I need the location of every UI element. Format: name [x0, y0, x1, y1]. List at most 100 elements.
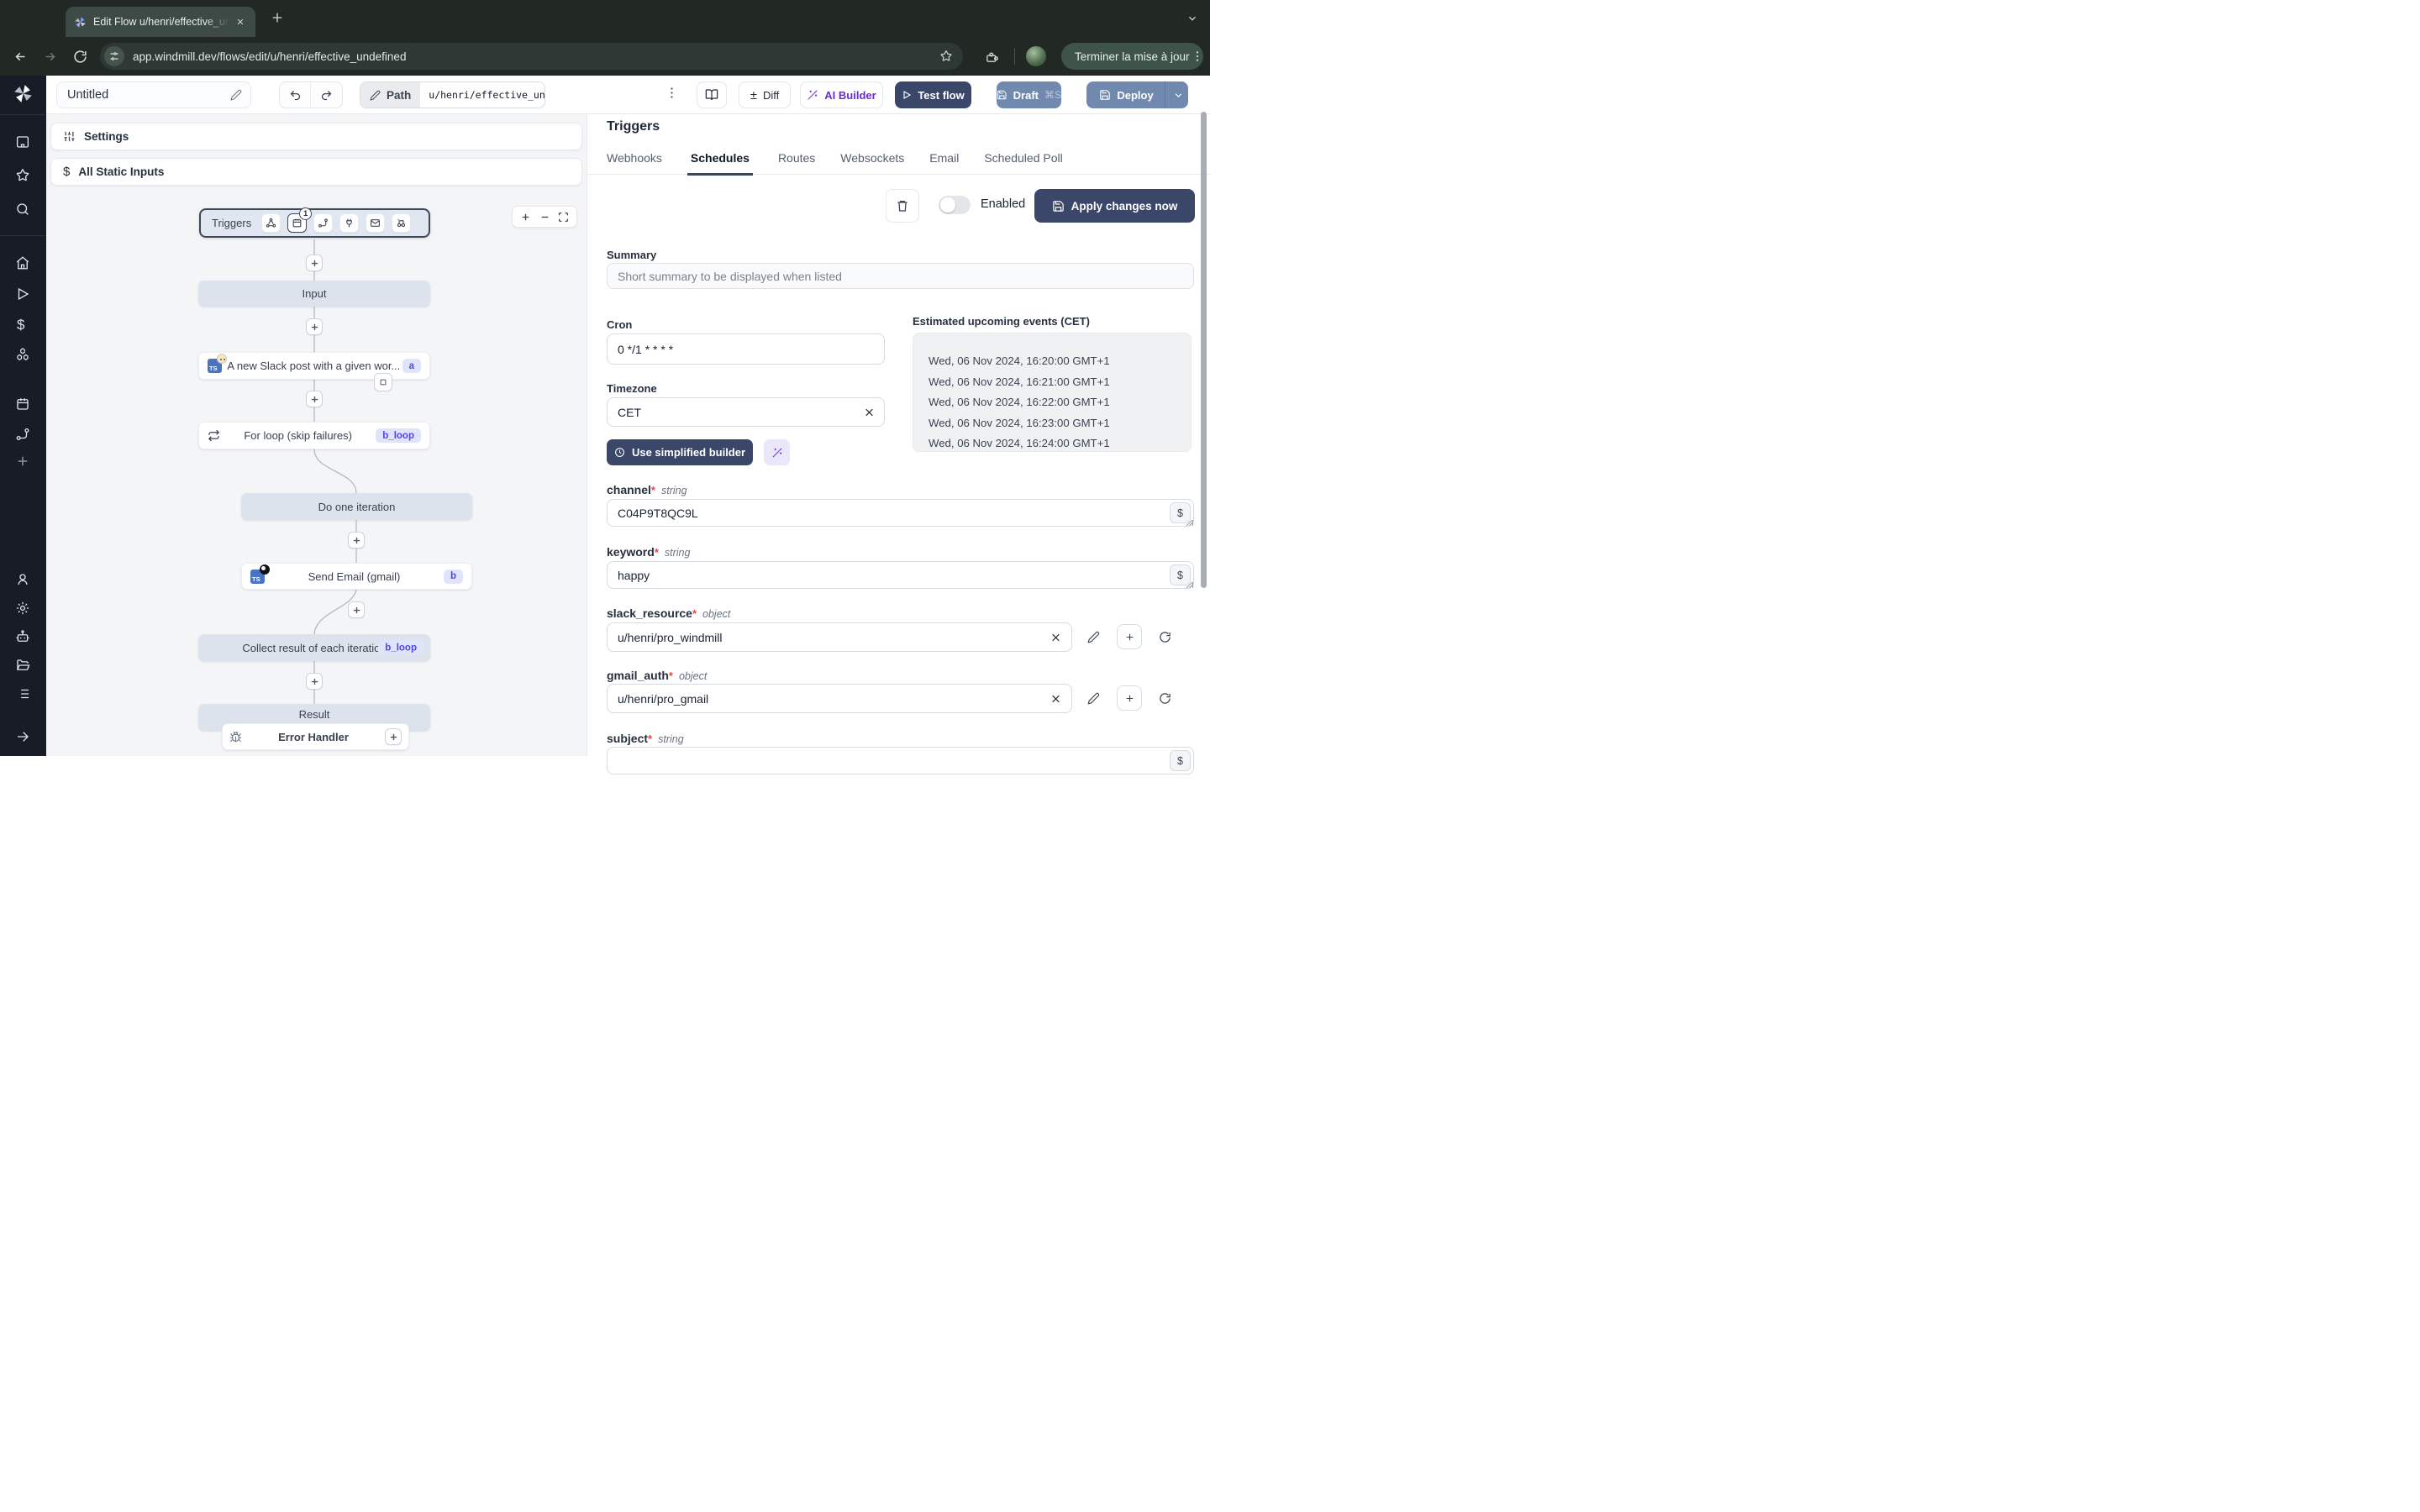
simplified-builder-button[interactable]: Use simplified builder [607, 439, 753, 465]
add-resource-button[interactable] [1117, 685, 1142, 711]
deploy-button[interactable]: Deploy [1086, 81, 1188, 108]
tab-websockets[interactable]: Websockets [840, 151, 904, 174]
route-trigger-icon[interactable] [313, 213, 334, 233]
refresh-resource-icon[interactable] [1159, 692, 1171, 705]
browser-menu-kebab-icon[interactable] [1192, 50, 1203, 62]
sidebar-item-user[interactable] [15, 572, 30, 587]
undo-button[interactable] [280, 82, 311, 108]
do-one-iteration-node[interactable]: Do one iteration [241, 493, 472, 520]
insert-variable-button[interactable]: $ [1170, 750, 1191, 771]
path-label-segment[interactable]: Path [360, 82, 421, 108]
flow-name-field[interactable]: Untitled [56, 81, 251, 108]
profile-avatar[interactable] [1026, 46, 1046, 66]
site-settings-icon[interactable] [104, 46, 124, 66]
url-bar[interactable]: app.windmill.dev/flows/edit/u/henri/effe… [100, 43, 963, 70]
add-resource-button[interactable] [1117, 624, 1142, 649]
sidebar-item-favorites[interactable] [15, 168, 30, 183]
delete-schedule-button[interactable] [886, 189, 919, 223]
browser-tab[interactable]: Edit Flow u/henri/effective_un [66, 7, 255, 37]
insert-step-button[interactable] [306, 673, 323, 690]
browser-update-button[interactable]: Terminer la mise à jour [1061, 43, 1203, 70]
sidebar-item-workspace[interactable] [15, 134, 30, 150]
sidebar-item-home[interactable] [15, 255, 30, 270]
timezone-input[interactable] [607, 397, 885, 427]
refresh-resource-icon[interactable] [1159, 631, 1171, 643]
webhook-trigger-icon[interactable] [261, 213, 281, 233]
gmail-auth-input[interactable] [607, 684, 1072, 713]
forloop-node[interactable]: For loop (skip failures) b_loop [198, 422, 430, 449]
clear-resource-icon[interactable] [1050, 693, 1061, 704]
tab-scheduled-poll[interactable]: Scheduled Poll [984, 151, 1062, 174]
sidebar-item-add[interactable] [15, 454, 30, 469]
ai-cron-wand-button[interactable] [764, 439, 790, 465]
sidebar-item-runs[interactable] [15, 286, 30, 302]
channel-field[interactable]: $ [607, 499, 1194, 527]
extensions-puzzle-icon[interactable] [985, 50, 999, 64]
sidebar-item-audit-logs[interactable] [15, 686, 30, 701]
error-handler-node[interactable]: Error Handler [222, 723, 409, 750]
docs-book-button[interactable] [697, 81, 727, 108]
ai-builder-button[interactable]: AI Builder [800, 81, 883, 108]
path-input[interactable]: u/henri/effective_undef [420, 82, 545, 108]
insert-step-button[interactable] [348, 532, 365, 549]
forward-icon[interactable] [43, 50, 57, 64]
tab-search-chevron-icon[interactable] [1186, 13, 1198, 24]
diff-button[interactable]: ± Diff [739, 81, 791, 108]
insert-step-button[interactable] [348, 601, 365, 618]
sidebar-item-schedules[interactable] [15, 396, 30, 412]
back-icon[interactable] [13, 50, 28, 64]
new-tab-button[interactable] [271, 11, 284, 24]
sidebar-item-settings[interactable] [15, 601, 30, 616]
collect-result-node[interactable]: Collect result of each iteration b_loop [198, 634, 430, 661]
sidebar-item-resources[interactable] [15, 347, 30, 362]
resize-handle[interactable] [1186, 520, 1193, 526]
test-flow-button[interactable]: Test flow [895, 81, 971, 108]
edit-resource-pencil-icon[interactable] [1087, 692, 1100, 705]
tab-schedules[interactable]: Schedules [687, 151, 753, 176]
tab-routes[interactable]: Routes [778, 151, 815, 174]
sidebar-item-routes[interactable] [15, 427, 30, 442]
tab-email[interactable]: Email [929, 151, 959, 174]
subject-input[interactable] [607, 747, 1194, 774]
sidebar-expand-arrow-icon[interactable] [15, 729, 30, 744]
cron-input[interactable] [607, 333, 885, 365]
sidebar-item-variables[interactable]: $ [17, 317, 24, 333]
zoom-in-icon[interactable] [520, 212, 531, 223]
tab-webhooks[interactable]: Webhooks [607, 151, 662, 174]
input-node[interactable]: Input [198, 281, 430, 307]
timezone-field[interactable] [607, 397, 885, 427]
slack-resource-input[interactable] [607, 622, 1072, 652]
redo-button[interactable] [311, 82, 342, 108]
sidebar-item-folders[interactable] [15, 658, 30, 673]
zoom-out-icon[interactable] [539, 212, 550, 223]
more-options-kebab-icon[interactable] [666, 87, 678, 99]
insert-step-button[interactable] [306, 318, 323, 335]
email-trigger-icon[interactable] [366, 213, 386, 233]
clear-resource-icon[interactable] [1050, 632, 1061, 643]
reload-icon[interactable] [73, 50, 87, 64]
insert-step-button[interactable] [306, 391, 323, 407]
tab-close-icon[interactable] [236, 18, 245, 26]
add-error-handler-button[interactable] [385, 728, 402, 745]
bookmark-star-icon[interactable] [939, 50, 953, 63]
sidebar-item-workers[interactable] [15, 629, 30, 644]
insert-step-button[interactable] [306, 255, 323, 271]
resize-handle[interactable] [1186, 582, 1193, 588]
clear-timezone-icon[interactable] [864, 407, 875, 417]
draft-button[interactable]: Draft ⌘S [997, 81, 1061, 108]
apply-changes-button[interactable]: Apply changes now [1034, 189, 1195, 223]
slack-step-node[interactable]: TS A new Slack post with a given wor... … [198, 352, 430, 380]
schedule-trigger-icon[interactable]: 1 [287, 207, 313, 233]
chevron-down-icon[interactable] [1173, 90, 1184, 101]
websocket-trigger-icon[interactable] [339, 213, 360, 233]
triggers-node[interactable]: Triggers 1 [199, 207, 430, 238]
fit-view-icon[interactable] [558, 212, 569, 223]
keyword-input[interactable] [607, 561, 1194, 589]
channel-input[interactable] [607, 499, 1194, 527]
send-email-node[interactable]: TS Send Email (gmail) b [241, 563, 472, 590]
subject-field[interactable]: $ [607, 747, 1194, 774]
sidebar-item-search[interactable] [15, 202, 30, 217]
windmill-logo[interactable] [13, 83, 34, 104]
panel-scrollbar[interactable] [1201, 112, 1207, 588]
select-box-button[interactable] [374, 373, 392, 391]
